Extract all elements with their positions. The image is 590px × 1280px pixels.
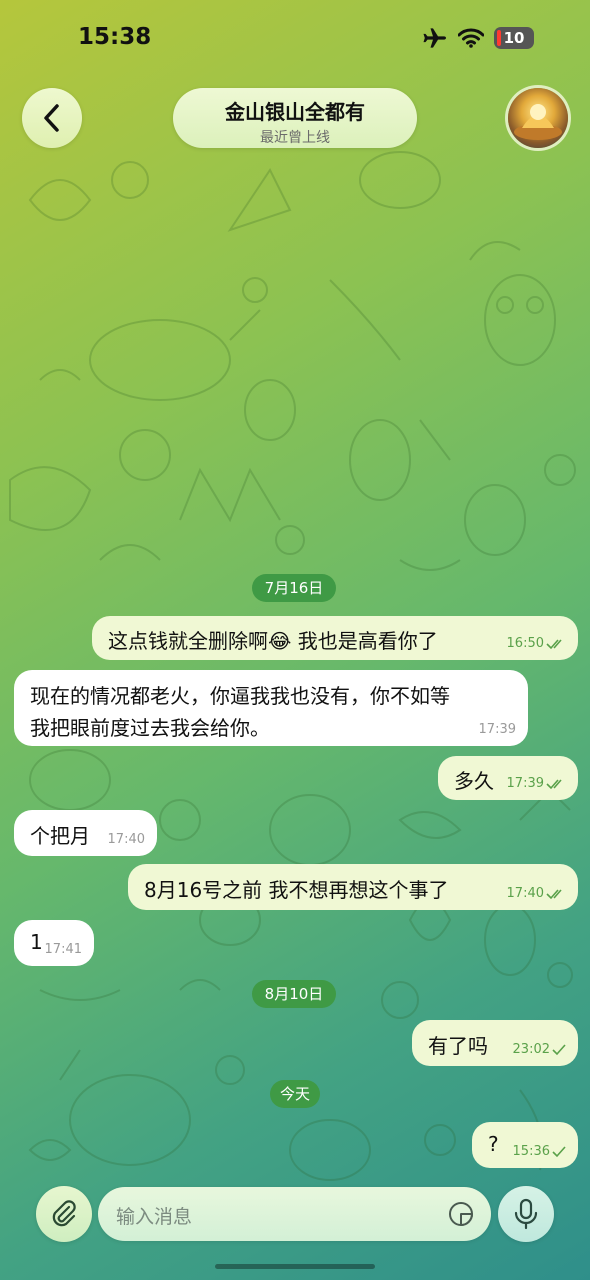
message-time: 17:40: [107, 832, 145, 847]
wifi-icon: [458, 28, 484, 48]
message-text-line: 现在的情况都老火，你逼我我也没有，你不如等: [30, 684, 450, 708]
outgoing-message[interactable]: ? 15:36: [472, 1122, 578, 1168]
back-button[interactable]: [22, 88, 82, 148]
composer: 输入消息: [0, 1186, 590, 1246]
incoming-message[interactable]: 现在的情况都老火，你逼我我也没有，你不如等 我把眼前度过去我会给你。 17:39: [14, 670, 528, 746]
message-input[interactable]: 输入消息: [98, 1187, 491, 1241]
outgoing-message[interactable]: 多久 17:39: [438, 756, 578, 800]
incoming-message[interactable]: 个把月 17:40: [14, 810, 157, 856]
message-text: 有了吗: [428, 1034, 488, 1058]
chat-title: 金山银山全都有: [225, 100, 365, 124]
double-check-icon: [546, 638, 562, 649]
message-text: 8月16号之前 我不想再想这个事了: [144, 878, 449, 902]
message-meta: 23:02: [513, 1042, 566, 1057]
message-text: 1: [30, 930, 43, 954]
avatar-image: [514, 104, 562, 140]
message-meta: 17:40: [507, 886, 566, 901]
chat-header: 金山银山全都有 最近曾上线: [0, 86, 590, 152]
status-icons: 10: [422, 27, 534, 49]
message-text-line: 我把眼前度过去我会给你。: [30, 716, 270, 740]
airplane-icon: [423, 28, 446, 48]
paperclip-icon: [52, 1200, 76, 1227]
incoming-message[interactable]: 1 17:41: [14, 920, 94, 966]
double-check-icon: [546, 778, 562, 789]
chevron-left-icon: [44, 104, 59, 132]
message-list: 7月16日 这点钱就全删除啊😂 我也是高看你了 16:50 现在的情况都老火，你…: [0, 0, 590, 1280]
message-text: 个把月: [30, 824, 90, 848]
message-text: ?: [488, 1132, 499, 1156]
outgoing-message[interactable]: 这点钱就全删除啊😂 我也是高看你了 16:50: [92, 616, 578, 660]
chat-last-seen: 最近曾上线: [260, 130, 330, 146]
message-time: 23:02: [512, 1042, 550, 1057]
date-separator: 今天: [270, 1080, 320, 1108]
date-separator: 7月16日: [252, 574, 336, 602]
microphone-icon: [514, 1198, 538, 1230]
message-time: 15:36: [512, 1144, 550, 1159]
status-bar: 15:38 10: [0, 0, 590, 80]
chat-title-pill[interactable]: 金山银山全都有 最近曾上线: [173, 88, 417, 148]
battery-icon: 10: [494, 27, 534, 49]
check-icon: [552, 1043, 566, 1055]
sticker-icon[interactable]: [447, 1200, 475, 1228]
message-time: 17:39: [506, 776, 544, 791]
home-indicator: [215, 1264, 375, 1269]
message-text: 这点钱就全删除啊😂 我也是高看你了: [108, 629, 438, 653]
check-icon: [552, 1145, 566, 1157]
message-time: 17:41: [44, 942, 82, 957]
attach-button[interactable]: [36, 1186, 92, 1242]
battery-level: 10: [503, 29, 525, 47]
double-check-icon: [546, 888, 562, 899]
message-time: 17:40: [506, 886, 544, 901]
outgoing-message[interactable]: 8月16号之前 我不想再想这个事了 17:40: [128, 864, 578, 910]
message-input-placeholder: 输入消息: [116, 1206, 193, 1228]
message-meta: 17:41: [45, 942, 82, 957]
date-separator: 8月10日: [252, 980, 336, 1008]
outgoing-message[interactable]: 有了吗 23:02: [412, 1020, 578, 1066]
message-meta: 16:50: [507, 636, 566, 651]
message-meta: 17:39: [479, 722, 516, 737]
avatar[interactable]: [508, 88, 568, 148]
microphone-button[interactable]: [498, 1186, 554, 1242]
message-text: 多久: [454, 769, 494, 793]
message-time: 16:50: [506, 636, 544, 651]
message-meta: 15:36: [513, 1144, 566, 1159]
message-time: 17:39: [478, 722, 516, 737]
message-meta: 17:40: [108, 832, 145, 847]
message-meta: 17:39: [507, 776, 566, 791]
status-time: 15:38: [78, 24, 152, 50]
